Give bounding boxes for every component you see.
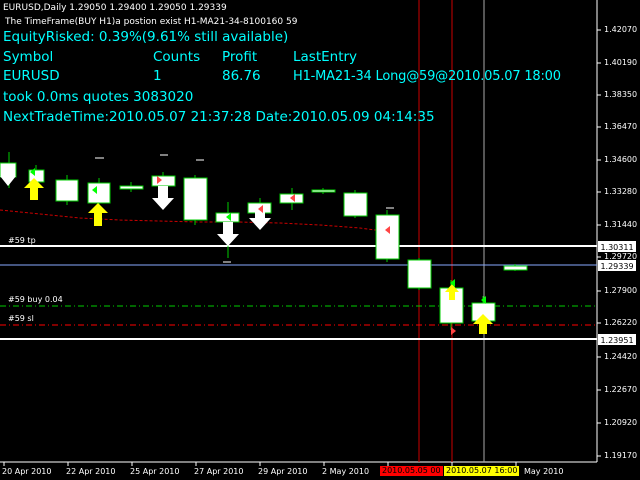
candle <box>311 188 336 194</box>
symbol-ohlc-line: EURUSD,Daily 1.29050 1.29400 1.29050 1.2… <box>3 3 227 13</box>
date-highlight-red: 2010.05.05 00 <box>380 466 443 476</box>
price-tick-label: 1.36470 <box>604 122 638 131</box>
table-header-profit: Profit <box>222 49 258 65</box>
date-tick-label: 29 Apr 2010 <box>258 467 308 476</box>
candle <box>87 178 111 205</box>
arrow-down-icon <box>217 222 239 246</box>
price-tick-label: 1.40190 <box>604 58 638 67</box>
table-cell-lastentry: H1-MA21-34 Long@59@2010.05.07 18:00 <box>293 69 561 84</box>
tp-price-box: 1.30311 <box>598 241 636 252</box>
date-tick-label: 2 May 2010 <box>322 467 370 476</box>
candle <box>407 258 432 290</box>
price-tick-label: 1.33280 <box>604 187 638 196</box>
price-tick-label: 1.24420 <box>604 352 638 361</box>
arrow-up-icon <box>88 203 108 226</box>
status-line: The TimeFrame(BUY H1)a postion exist H1-… <box>5 17 298 27</box>
candle <box>55 175 79 205</box>
price-tick-label: 1.42070 <box>604 25 638 34</box>
candle <box>119 182 144 192</box>
table-cell-symbol: EURUSD <box>3 68 60 84</box>
candles <box>0 152 528 330</box>
price-tick-label: 1.20920 <box>604 418 638 427</box>
price-tick-label: 1.19170 <box>604 451 638 460</box>
date-tick-label: May 2010 <box>524 467 564 476</box>
date-tick-label: 20 Apr 2010 <box>2 467 52 476</box>
candle <box>343 190 368 218</box>
table-header-counts: Counts <box>153 49 201 65</box>
arrow-down-icon <box>152 186 174 210</box>
table-cell-profit: 86.76 <box>222 68 261 84</box>
date-tick-label: 27 Apr 2010 <box>194 467 244 476</box>
equity-risked-text: EquityRisked: 0.39%(9.61% still availabl… <box>3 29 289 45</box>
candle <box>183 175 208 225</box>
date-highlight-yellow: 2010.05.07 16:00 <box>444 466 520 476</box>
table-header-symbol: Symbol <box>3 49 54 65</box>
candle <box>375 210 400 262</box>
next-trade-text: NextTradeTime:2010.05.07 21:37:28 Date:2… <box>3 109 435 125</box>
price-tick-label: 1.31440 <box>604 220 638 229</box>
price-tick-label: 1.38350 <box>604 90 638 99</box>
lower-price-box: 1.23951 <box>598 334 636 345</box>
table-header-lastentry: LastEntry <box>293 49 358 65</box>
date-tick-label: 22 Apr 2010 <box>66 467 116 476</box>
price-tick-label: 1.34600 <box>604 155 638 164</box>
sl-level-label: #59 sl <box>8 314 34 323</box>
buy-level-label: #59 buy 0.04 <box>8 295 63 304</box>
price-tick-label: 1.27900 <box>604 286 638 295</box>
quotes-text: took 0.0ms quotes 3083020 <box>3 89 194 105</box>
date-tick-label: 25 Apr 2010 <box>130 467 180 476</box>
tp-level-label: #59 tp <box>8 236 36 245</box>
table-cell-counts: 1 <box>153 68 162 84</box>
bid-price-box: 1.29339 <box>598 260 636 271</box>
price-tick-label: 1.22670 <box>604 385 638 394</box>
price-tick-label: 1.26220 <box>604 318 638 327</box>
